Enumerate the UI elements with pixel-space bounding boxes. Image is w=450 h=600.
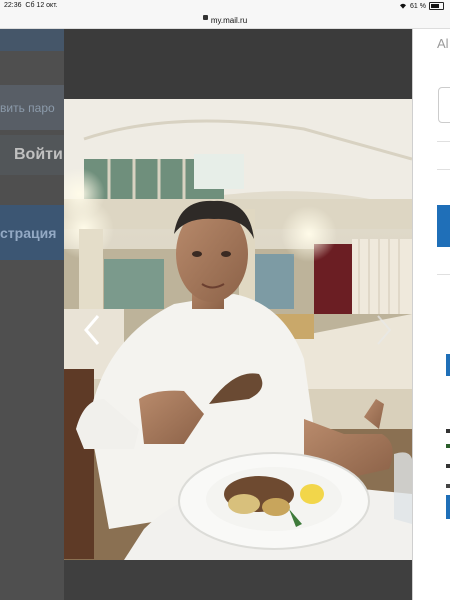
wifi-icon	[400, 3, 407, 9]
blue-badge[interactable]	[446, 495, 450, 519]
battery-percent: 61 %	[410, 2, 426, 10]
dimmed-overlay-top	[64, 29, 412, 99]
divider	[437, 274, 450, 275]
photo-viewer-image	[64, 99, 412, 560]
forgot-password-link[interactable]: вить паро	[0, 85, 64, 130]
address-bar[interactable]: my.mail.ru	[0, 14, 450, 29]
register-button[interactable]: страция	[0, 205, 64, 260]
status-right: 61 %	[399, 2, 444, 10]
dimmed-header-strip	[0, 29, 64, 51]
divider	[437, 141, 450, 142]
url-text: my.mail.ru	[210, 16, 248, 25]
dimmed-overlay-bottom	[64, 560, 412, 600]
status-time-date: 22:36 Сб 12 окт.	[4, 2, 58, 9]
sidebar-input[interactable]	[438, 87, 450, 123]
chevron-left-icon[interactable]	[78, 310, 108, 350]
lock-icon	[202, 15, 208, 20]
divider	[437, 169, 450, 170]
battery-icon	[429, 2, 444, 10]
blue-button[interactable]	[437, 205, 450, 247]
blue-badge[interactable]	[446, 354, 450, 376]
status-time: 22:36	[4, 2, 22, 9]
ios-status-bar: 22:36 Сб 12 окт. 61 %	[0, 0, 450, 14]
chevron-right-icon[interactable]	[370, 310, 400, 350]
right-sidebar: Al	[412, 29, 450, 600]
status-date: Сб 12 окт.	[25, 2, 58, 9]
sidebar-label: Al	[437, 36, 449, 51]
